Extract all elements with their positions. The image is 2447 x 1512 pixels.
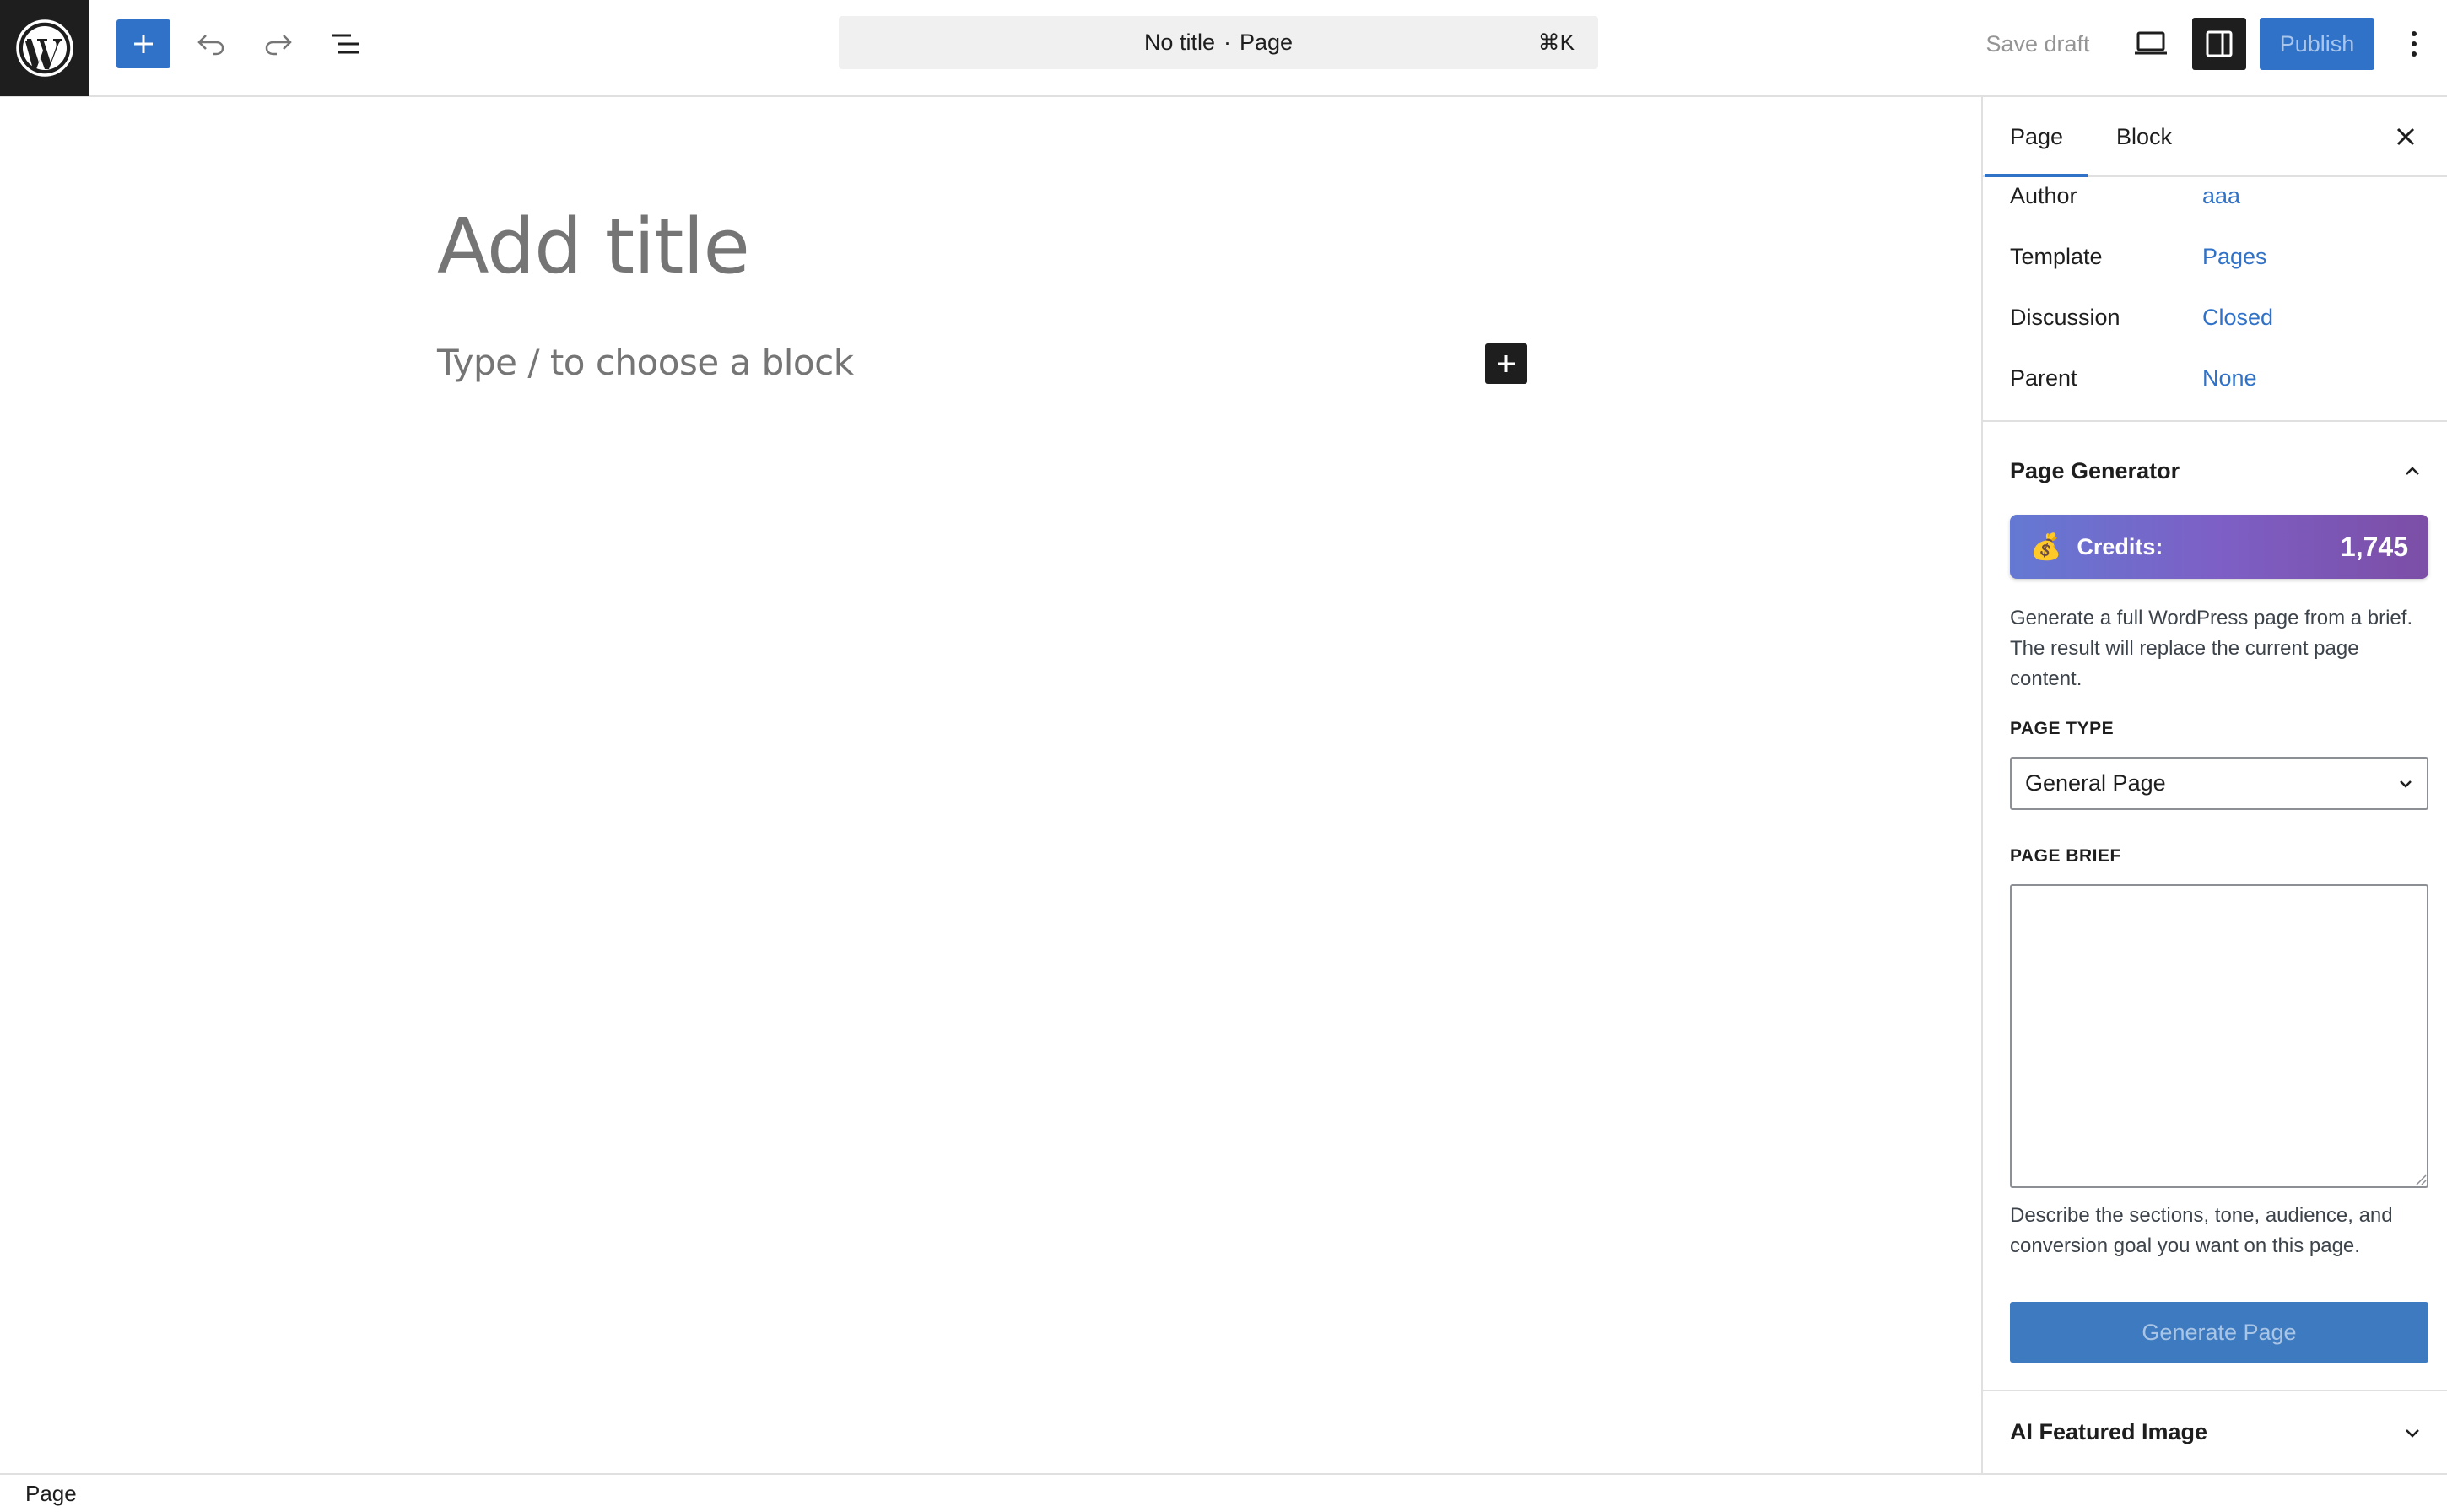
chevron-up-icon	[2401, 424, 2423, 517]
document-title-text: No title	[1143, 30, 1215, 55]
page-type-select[interactable]: General Page	[2010, 757, 2428, 810]
document-title: No title · Page	[1144, 30, 1293, 56]
tab-page-label: Page	[2010, 124, 2064, 149]
publish-button[interactable]: Publish	[2260, 18, 2374, 70]
options-menu-button[interactable]	[2393, 20, 2435, 68]
credits-value: 1,745	[2340, 531, 2408, 562]
page-brief-help-text: Describe the sections, tone, audience, a…	[2010, 1204, 2393, 1257]
page-generator-description: Generate a full WordPress page from a br…	[2010, 607, 2413, 690]
add-block-button[interactable]	[1485, 343, 1527, 384]
wordpress-logo-icon	[16, 19, 73, 77]
document-type-text: Page	[1239, 30, 1294, 55]
settings-sidebar-toggle-button[interactable]	[2192, 18, 2246, 70]
plus-icon	[134, 35, 153, 53]
list-view-icon	[332, 34, 359, 54]
credits-badge: 💰 Credits: 1,745	[2010, 515, 2428, 579]
editor-header: No title · Page ⌘K Save draft Publish	[0, 0, 2447, 97]
close-icon	[2396, 127, 2415, 146]
discussion-value-button[interactable]: Closed	[2202, 305, 2273, 331]
meta-row-author: Author aaa	[2010, 179, 2432, 213]
wordpress-logo-button[interactable]	[0, 0, 89, 96]
more-vertical-icon	[2412, 31, 2417, 57]
redo-icon	[265, 35, 292, 56]
money-bag-icon: 💰	[2030, 532, 2062, 561]
template-value-button[interactable]: Pages	[2202, 244, 2267, 270]
ai-featured-image-title: AI Featured Image	[2010, 1419, 2208, 1444]
ai-featured-image-panel-toggle[interactable]: AI Featured Image	[1983, 1391, 2447, 1473]
preview-button[interactable]	[2126, 20, 2175, 68]
page-generator-title: Page Generator	[2010, 457, 2180, 483]
tab-page[interactable]: Page	[2010, 97, 2063, 177]
sidebar-tabs: Page Block	[1983, 97, 2447, 177]
undo-button[interactable]	[187, 20, 235, 68]
page-brief-label: PAGE BRIEF	[2010, 846, 2121, 866]
post-title-input[interactable]: Add title	[437, 202, 750, 291]
plus-icon	[1498, 355, 1515, 372]
keyboard-shortcut-hint: ⌘K	[1537, 30, 1575, 55]
default-block-appender[interactable]: Type / to choose a block	[437, 342, 854, 383]
meta-row-discussion: Discussion Closed	[2010, 300, 2432, 334]
meta-label: Parent	[2010, 364, 2077, 391]
command-palette-button[interactable]: No title · Page ⌘K	[839, 16, 1598, 69]
document-overview-button[interactable]	[322, 20, 370, 68]
credits-label: Credits:	[2077, 533, 2163, 559]
block-breadcrumb-bar: Page	[0, 1473, 2447, 1512]
desktop-preview-icon	[2135, 31, 2167, 55]
editor-canvas: Add title Type / to choose a block	[0, 97, 1981, 1473]
sidebar-icon	[2206, 30, 2233, 57]
meta-label: Template	[2010, 243, 2103, 269]
resize-handle-icon[interactable]	[2413, 1172, 2427, 1185]
generate-page-button[interactable]: Generate Page	[2010, 1302, 2428, 1363]
redo-button[interactable]	[255, 20, 302, 68]
author-value-button[interactable]: aaa	[2202, 183, 2240, 209]
document-title-separator: ·	[1223, 30, 1231, 55]
block-inserter-toggle-button[interactable]	[116, 19, 170, 68]
settings-sidebar: Page Block Author aaa Template Pages Dis…	[1981, 97, 2447, 1473]
meta-row-template: Template Pages	[2010, 240, 2432, 273]
page-type-label: PAGE TYPE	[2010, 719, 2115, 738]
undo-icon	[197, 35, 224, 56]
meta-label: Discussion	[2010, 304, 2120, 330]
tab-block[interactable]: Block	[2116, 97, 2172, 177]
meta-row-parent: Parent None	[2010, 361, 2432, 395]
close-settings-button[interactable]	[2383, 114, 2428, 159]
save-draft-button[interactable]: Save draft	[1974, 20, 2101, 68]
chevron-down-icon	[2401, 1391, 2423, 1473]
page-type-selected-value: General Page	[2025, 770, 2166, 796]
ai-featured-image-panel: AI Featured Image	[1983, 1390, 2447, 1472]
meta-label: Author	[2010, 182, 2077, 208]
tab-block-label: Block	[2116, 124, 2173, 149]
breadcrumb-page-item[interactable]: Page	[25, 1481, 77, 1507]
page-brief-textarea[interactable]	[2010, 884, 2428, 1188]
page-generator-panel-toggle[interactable]: Page Generator	[1983, 424, 2447, 517]
chevron-down-icon	[2396, 759, 2415, 808]
parent-value-button[interactable]: None	[2202, 365, 2257, 392]
page-summary-panel: Author aaa Template Pages Discussion Clo…	[1983, 177, 2447, 422]
